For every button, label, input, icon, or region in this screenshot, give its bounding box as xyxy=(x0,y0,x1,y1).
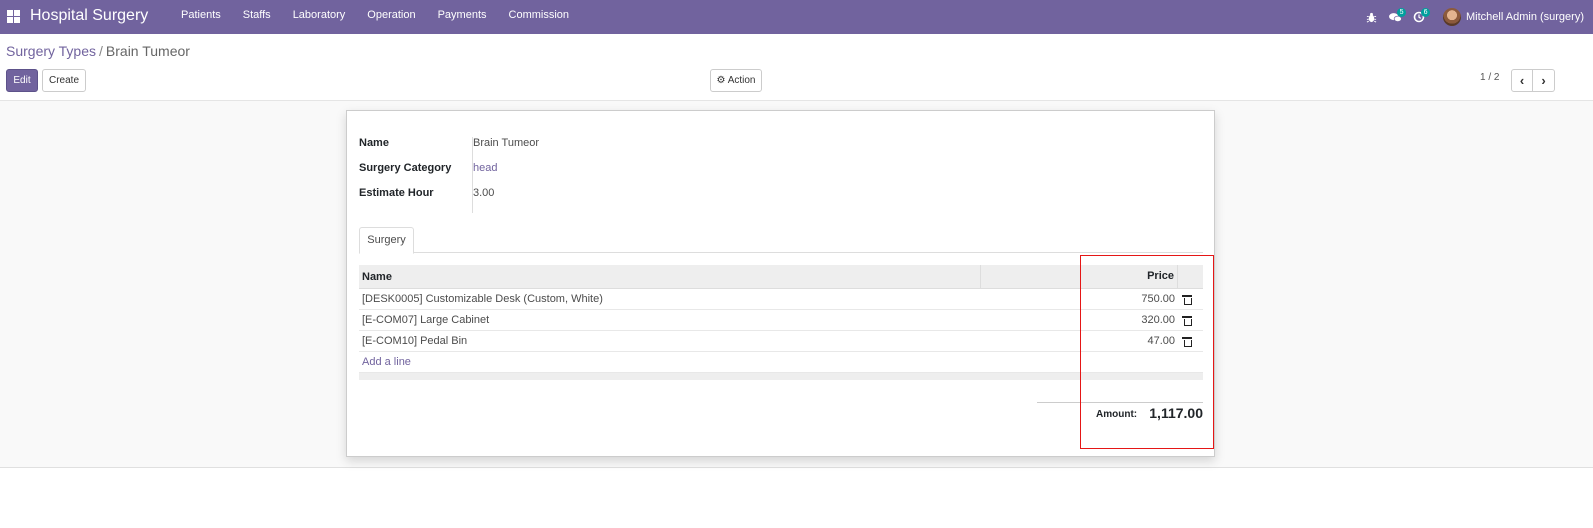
field-surgery-category: Surgery Category head xyxy=(359,162,497,174)
surgery-lines-table: Name Price [DESK0005] Customizable Desk … xyxy=(359,265,1203,380)
gear-icon: ⚙ xyxy=(716,75,726,86)
menu-item-patients[interactable]: Patients xyxy=(170,0,232,34)
menu-item-operation[interactable]: Operation xyxy=(356,0,426,34)
total-value: 1,117.00 xyxy=(1149,405,1203,421)
row-name[interactable]: [E-COM07] Large Cabinet xyxy=(359,314,981,326)
field-value-surgery-category[interactable]: head xyxy=(473,162,497,174)
row-name[interactable]: [DESK0005] Customizable Desk (Custom, Wh… xyxy=(359,293,981,305)
table-row[interactable]: [DESK0005] Customizable Desk (Custom, Wh… xyxy=(359,289,1203,310)
row-name[interactable]: [E-COM10] Pedal Bin xyxy=(359,335,981,347)
delete-row-button[interactable] xyxy=(1178,336,1203,347)
table-row[interactable]: [E-COM10] Pedal Bin 47.00 xyxy=(359,331,1203,352)
form-sheet: Name Brain Tumeor Surgery Category head … xyxy=(346,110,1215,457)
delete-row-button[interactable] xyxy=(1178,315,1203,326)
main-menu: Patients Staffs Laboratory Operation Pay… xyxy=(170,0,580,34)
edit-button[interactable]: Edit xyxy=(6,69,38,92)
field-name: Name Brain Tumeor xyxy=(359,137,539,149)
field-label-surgery-category: Surgery Category xyxy=(359,162,452,174)
table-footer xyxy=(359,373,1203,380)
debug-bug-icon[interactable] xyxy=(1359,0,1383,34)
trash-icon xyxy=(1182,315,1192,326)
top-navbar: Hospital Surgery Patients Staffs Laborat… xyxy=(0,0,1593,34)
table-header: Name Price xyxy=(359,265,1203,289)
row-price[interactable]: 47.00 xyxy=(981,335,1178,347)
column-header-delete xyxy=(1178,265,1203,288)
trash-icon xyxy=(1182,336,1192,347)
breadcrumb-surgery-types[interactable]: Surgery Types xyxy=(6,43,96,59)
avatar xyxy=(1443,8,1462,26)
menu-item-payments[interactable]: Payments xyxy=(427,0,498,34)
chevron-right-icon: › xyxy=(1541,73,1546,88)
add-line-link[interactable]: Add a line xyxy=(359,352,1203,373)
breadcrumb-separator: / xyxy=(99,43,103,59)
total-label: Amount: xyxy=(1096,409,1138,420)
control-panel: Surgery Types / Brain Tumeor Edit Create ⚙… xyxy=(0,34,1593,101)
column-header-price[interactable]: Price xyxy=(981,265,1178,288)
user-name: Mitchell Admin (surgery) xyxy=(1466,11,1584,23)
app-brand[interactable]: Hospital Surgery xyxy=(30,7,148,25)
chevron-left-icon: ‹ xyxy=(1519,73,1525,88)
notebook-tabs: Surgery xyxy=(359,227,1203,254)
user-menu[interactable]: Mitchell Admin (surgery) xyxy=(1443,8,1584,26)
delete-row-button[interactable] xyxy=(1178,294,1203,305)
pager-buttons: ‹ › xyxy=(1511,69,1555,92)
field-label-name: Name xyxy=(359,137,389,149)
breadcrumb: Surgery Types / Brain Tumeor xyxy=(6,43,190,59)
systray: 5 6 Mitchell Admin (surgery) xyxy=(1359,0,1593,34)
form-view: Name Brain Tumeor Surgery Category head … xyxy=(0,101,1593,468)
row-price[interactable]: 320.00 xyxy=(981,314,1178,326)
messages-icon[interactable]: 5 xyxy=(1383,0,1407,34)
table-row[interactable]: [E-COM07] Large Cabinet 320.00 xyxy=(359,310,1203,331)
menu-item-commission[interactable]: Commission xyxy=(498,0,581,34)
field-value-estimate-hour: 3.00 xyxy=(473,187,495,199)
menu-item-staffs[interactable]: Staffs xyxy=(232,0,282,34)
field-value-name: Brain Tumeor xyxy=(473,137,540,149)
menu-item-laboratory[interactable]: Laboratory xyxy=(282,0,357,34)
trash-icon xyxy=(1182,294,1192,305)
activities-clock-icon[interactable]: 6 xyxy=(1407,0,1431,34)
action-label: Action xyxy=(727,75,756,86)
row-price[interactable]: 750.00 xyxy=(981,293,1178,305)
apps-menu-icon[interactable] xyxy=(7,10,20,23)
field-label-estimate-hour: Estimate Hour xyxy=(359,187,434,199)
activities-count-badge: 6 xyxy=(1421,8,1431,17)
tab-surgery[interactable]: Surgery xyxy=(359,227,414,254)
pager-next-button[interactable]: › xyxy=(1533,69,1555,92)
field-divider xyxy=(472,137,473,213)
pager-previous-button[interactable]: ‹ xyxy=(1511,69,1533,92)
total-amount: Amount: 1,117.00 xyxy=(1037,402,1203,426)
column-header-name[interactable]: Name xyxy=(359,265,981,288)
create-button[interactable]: Create xyxy=(42,69,86,92)
breadcrumb-current: Brain Tumeor xyxy=(105,43,190,59)
action-button[interactable]: ⚙ Action xyxy=(710,69,762,92)
field-estimate-hour: Estimate Hour 3.00 xyxy=(359,187,494,199)
pager-value[interactable]: 1 / 2 xyxy=(1480,72,1499,83)
messages-count-badge: 5 xyxy=(1397,8,1407,17)
